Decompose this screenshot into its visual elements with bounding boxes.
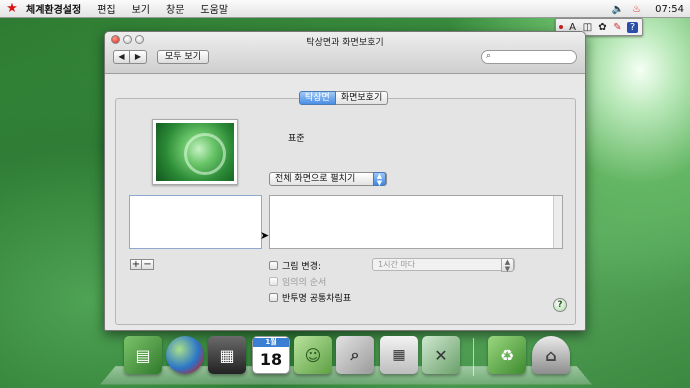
random-order-option[interactable]: 임의의 순서 — [269, 275, 326, 288]
change-picture-option[interactable]: 그림 변경: — [269, 259, 321, 272]
calendar-icon[interactable]: 1월 18 — [252, 336, 290, 374]
popup-arrows-icon: ▲ ▼ — [501, 258, 514, 273]
recycle-folder-icon[interactable]: ♻ — [488, 336, 526, 374]
tab-screensaver[interactable]: 화면보호기 — [335, 91, 389, 105]
search-icon: ⌕ — [486, 51, 492, 61]
back-button[interactable]: ◀ — [113, 50, 130, 64]
flame-icon[interactable]: ♨ — [632, 4, 641, 15]
menu-view[interactable]: 보기 — [124, 1, 158, 16]
translucent-menubar-label: 반투명 공통차림표 — [282, 294, 352, 304]
menu-app-name[interactable]: 체계환경설정 — [22, 1, 89, 16]
mouse-pointer-icon: ➤ — [260, 229, 270, 242]
system-preferences-icon[interactable]: ✕ — [422, 336, 460, 374]
interval-value: 1시간 마다 — [378, 260, 416, 269]
change-picture-checkbox[interactable] — [269, 261, 278, 270]
globe-icon[interactable] — [166, 336, 204, 374]
address-book-icon[interactable]: ☺ — [294, 336, 332, 374]
interval-select[interactable]: 1시간 마다 ▲ ▼ — [372, 258, 515, 273]
show-all-button[interactable]: 모두 보기 — [157, 50, 209, 64]
search-field[interactable]: ⌕ — [481, 50, 577, 64]
dock-separator — [473, 338, 474, 376]
calendar-day: 18 — [259, 349, 283, 369]
translucent-menubar-option[interactable]: 반투명 공통차림표 — [269, 291, 351, 304]
add-remove-buttons: + − — [130, 259, 154, 270]
preferences-window: 탁상면과 화면보호기 ◀ ▶ 모두 보기 ⌕ 탁상면 화면보호기 표준 전체 화… — [104, 31, 586, 331]
picture-browser-scrollbar[interactable] — [553, 196, 562, 248]
dock: ▤ ▦ 1월 18 ☺ ⌕ ▦ ✕ ♻ ⌂ — [118, 330, 578, 384]
help-button[interactable]: ? — [553, 298, 567, 312]
picture-browser[interactable] — [269, 195, 563, 249]
menu-window[interactable]: 창문 — [158, 1, 192, 16]
menu-help[interactable]: 도움말 — [192, 1, 236, 16]
folder-icon[interactable]: ▤ — [124, 336, 162, 374]
picture-source-list[interactable] — [129, 195, 262, 249]
tab-desktop[interactable]: 탁상면 — [299, 91, 336, 105]
random-order-checkbox[interactable] — [269, 277, 278, 286]
menu-bar: ★ 체계환경설정 편집 보기 창문 도움말 🔈 ♨ 07:54 — [0, 0, 690, 18]
window-titlebar: 탁상면과 화면보호기 ◀ ▶ 모두 보기 ⌕ — [105, 32, 585, 74]
calculator-icon[interactable]: ▦ — [380, 336, 418, 374]
search-input[interactable] — [496, 52, 574, 63]
volume-icon[interactable]: 🔈 — [612, 4, 624, 15]
nav-buttons: ◀ ▶ — [113, 50, 147, 64]
calendar-month: 1월 — [253, 337, 289, 347]
menu-extras: 🔈 ♨ 07:54 — [612, 0, 684, 18]
drag-handle-icon[interactable] — [559, 25, 563, 29]
picture-name-label: 표준 — [288, 134, 305, 144]
movie-clapper-icon[interactable]: ▦ — [208, 336, 246, 374]
help-icon[interactable]: ? — [627, 21, 638, 33]
remove-folder-button[interactable]: − — [142, 259, 154, 270]
fit-mode-value: 전체 화면으로 펼치기 — [275, 174, 356, 184]
popup-arrows-icon: ▲ ▼ — [373, 172, 386, 187]
current-picture-well[interactable] — [152, 119, 238, 185]
plant-icon[interactable]: ✿ — [597, 22, 608, 33]
desktop-picture-thumbnail — [156, 123, 234, 181]
add-folder-button[interactable]: + — [130, 259, 142, 270]
trash-icon[interactable]: ⌂ — [532, 336, 570, 374]
menu-edit[interactable]: 편집 — [89, 1, 123, 16]
tools-icon[interactable]: ✎ — [612, 22, 623, 33]
red-star-icon[interactable]: ★ — [2, 1, 22, 16]
fit-mode-select[interactable]: 전체 화면으로 펼치기 ▲ ▼ — [269, 172, 387, 187]
random-order-label: 임의의 순서 — [282, 278, 327, 288]
preview-icon[interactable]: ⌕ — [336, 336, 374, 374]
forward-button[interactable]: ▶ — [130, 50, 147, 64]
window-content: 탁상면 화면보호기 표준 전체 화면으로 펼치기 ▲ ▼ ➤ + − 그림 변경… — [105, 75, 585, 330]
desktop-panel: 표준 전체 화면으로 펼치기 ▲ ▼ ➤ + − 그림 변경: 1시간 마다 ▲ ▼ — [115, 98, 576, 325]
tab-bar: 탁상면 화면보호기 — [299, 91, 389, 105]
window-title: 탁상면과 화면보호기 — [306, 38, 384, 48]
clock[interactable]: 07:54 — [655, 4, 684, 15]
change-picture-label: 그림 변경: — [282, 262, 322, 272]
translucent-menubar-checkbox[interactable] — [269, 293, 278, 302]
